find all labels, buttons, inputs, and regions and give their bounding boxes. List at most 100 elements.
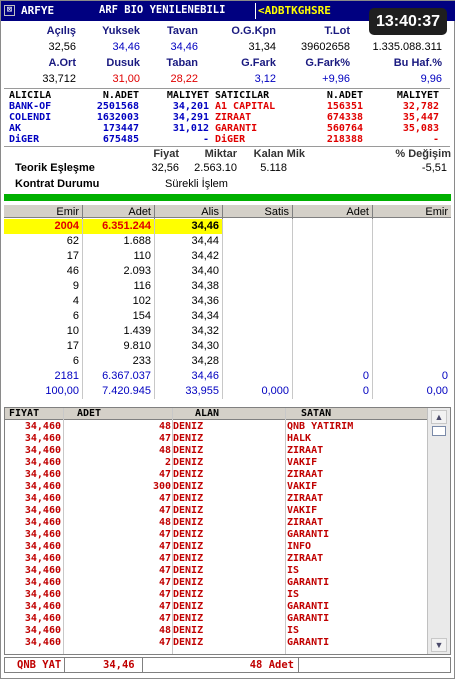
trade-row[interactable]: 34,460 47 DENIZ IS	[5, 566, 427, 576]
trade-row[interactable]: 34,460 48 DENIZ QNB YATIRIM	[5, 422, 427, 432]
trade-row[interactable]: 34,460 47 DENIZ GARANTI	[5, 530, 427, 540]
trade-seller: IS	[287, 589, 300, 600]
trade-qty: 47	[158, 577, 171, 588]
seller-lots: 218388	[326, 134, 363, 145]
trade-row[interactable]: 34,460 47 DENIZ GARANTI	[5, 638, 427, 648]
value-week-pct: 9,96	[420, 73, 442, 85]
broker-row[interactable]: COLENDI 1632003 34,291 ZIRAAT 674338 35,…	[9, 112, 449, 123]
broker-col-sellers: SATICILAR	[215, 90, 270, 101]
trade-row[interactable]: 34,460 48 DENIZ ZIRAAT	[5, 518, 427, 528]
status-price: 34,46	[65, 658, 143, 672]
window-menu-icon[interactable]: ⊠	[4, 5, 15, 16]
trade-row[interactable]: 34,460 47 DENIZ VAKIF	[5, 506, 427, 516]
depth-cell-ask-price: 0,000	[223, 384, 293, 399]
scroll-thumb[interactable]	[432, 426, 446, 436]
depth-col-sell-qty[interactable]: Adet	[293, 205, 373, 219]
trade-row[interactable]: 34,460 47 DENIZ HALK	[5, 434, 427, 444]
trade-row[interactable]: 34,460 47 DENIZ GARANTI	[5, 614, 427, 624]
depth-col-buy-qty[interactable]: Adet	[83, 205, 155, 219]
trade-row[interactable]: 34,460 47 DENIZ ZIRAAT	[5, 554, 427, 564]
trade-row[interactable]: 34,460 47 DENIZ GARANTI	[5, 578, 427, 588]
session-status-bar	[4, 194, 451, 201]
trade-qty: 47	[158, 469, 171, 480]
depth-row[interactable]: 2181 6.367.037 34,46 0 0	[4, 369, 451, 384]
trade-row[interactable]: 34,460 47 DENIZ ZIRAAT	[5, 470, 427, 480]
seller-cost: 32,782	[402, 101, 439, 112]
depth-cell-sell-orders	[373, 249, 451, 264]
depth-row[interactable]: 62 1.688 34,44	[4, 234, 451, 249]
theo-qty: 2.563.10	[194, 162, 237, 174]
broker-row[interactable]: DiGER 675485 - DiGER 218388 -	[9, 134, 449, 145]
theoretical-row: Teorik Eşleşme 32,56 2.563.10 5.118 -5,5…	[15, 161, 451, 175]
trades-panel[interactable]: FIYAT ADET ALAN SATAN 34,460 48 DENIZ QNB Y…	[4, 407, 451, 655]
trade-seller: IS	[287, 565, 300, 576]
depth-col-sell-orders[interactable]: Emir	[373, 205, 451, 219]
trade-row[interactable]: 34,460 300 DENIZ VAKIF	[5, 482, 427, 492]
depth-row[interactable]: 6 154 34,34	[4, 309, 451, 324]
trade-price: 34,460	[24, 517, 61, 528]
buyer-lots: 2501568	[96, 101, 139, 112]
depth-cell-buy-orders: 2004	[4, 219, 83, 234]
trade-row[interactable]: 34,460 47 DENIZ ZIRAAT	[5, 494, 427, 504]
trade-qty: 47	[158, 637, 171, 648]
trade-row[interactable]: 34,460 47 DENIZ INFO	[5, 542, 427, 552]
trade-row[interactable]: 34,460 2 DENIZ VAKIF	[5, 458, 427, 468]
label-avg: A.Ort	[48, 57, 77, 69]
depth-cell-buy-orders: 6	[4, 354, 83, 369]
seller-lots: 560764	[326, 123, 363, 134]
depth-row[interactable]: 46 2.093 34,40	[4, 264, 451, 279]
seller-name: GARANTI	[215, 123, 258, 134]
status-broker: QNB YAT	[5, 658, 65, 672]
depth-row[interactable]: 2004 6.351.244 34,46	[4, 219, 451, 234]
seller-name: A1 CAPITAL	[215, 101, 276, 112]
depth-row[interactable]: 10 1.439 34,32	[4, 324, 451, 339]
trade-qty: 47	[158, 541, 171, 552]
symbol-code: ARFYE	[21, 4, 55, 17]
scroll-up-icon[interactable]: ▲	[431, 410, 447, 424]
depth-cell-ask-price	[223, 234, 293, 249]
trade-price: 34,460	[24, 541, 61, 552]
trade-buyer: DENIZ	[173, 445, 204, 456]
trade-seller: ZIRAAT	[287, 517, 324, 528]
trades-scrollbar[interactable]: ▲ ▼	[427, 408, 450, 654]
seller-lots: 674338	[326, 112, 363, 123]
depth-col-bid[interactable]: Alis	[155, 205, 223, 219]
trade-qty: 300	[152, 481, 171, 492]
depth-col-ask[interactable]: Satis	[223, 205, 293, 219]
depth-row[interactable]: 17 9.810 34,30	[4, 339, 451, 354]
broker-row[interactable]: BANK-OF 2501568 34,201 A1 CAPITAL 156351…	[9, 101, 449, 112]
depth-cell-ask-price	[223, 249, 293, 264]
depth-row[interactable]: 17 110 34,42	[4, 249, 451, 264]
trade-row[interactable]: 34,460 47 DENIZ GARANTI	[5, 602, 427, 612]
trade-seller: INFO	[287, 541, 312, 552]
depth-cell-ask-price	[223, 309, 293, 324]
status-lots: 48 Adet	[143, 658, 299, 672]
depth-cell-buy-orders: 6	[4, 309, 83, 324]
depth-cell-buy-qty: 116	[83, 279, 155, 294]
depth-row[interactable]: 100,00 7.420.945 33,955 0,000 0 0,00	[4, 384, 451, 399]
trade-seller: VAKIF	[287, 505, 318, 516]
trade-seller: ZIRAAT	[287, 445, 324, 456]
depth-row[interactable]: 6 233 34,28	[4, 354, 451, 369]
label-change-pct: G.Fark%	[305, 57, 350, 69]
depth-cell-buy-qty: 7.420.945	[83, 384, 155, 399]
trade-price: 34,460	[24, 589, 61, 600]
depth-cell-bid-price: 34,38	[155, 279, 223, 294]
broker-row[interactable]: AK 173447 31,012 GARANTI 560764 35,083	[9, 123, 449, 134]
depth-row[interactable]: 9 116 34,38	[4, 279, 451, 294]
depth-cell-sell-orders	[373, 279, 451, 294]
seller-cost: 35,447	[402, 112, 439, 123]
depth-cell-bid-price: 34,32	[155, 324, 223, 339]
depth-cell-bid-price: 34,34	[155, 309, 223, 324]
buyer-lots: 1632003	[96, 112, 139, 123]
trade-buyer: DENIZ	[173, 493, 204, 504]
depth-cell-sell-qty	[293, 309, 373, 324]
scroll-down-icon[interactable]: ▼	[431, 638, 447, 652]
trade-row[interactable]: 34,460 47 DENIZ IS	[5, 590, 427, 600]
trade-row[interactable]: 34,460 48 DENIZ IS	[5, 626, 427, 636]
trades-header: FIYAT ADET ALAN SATAN	[5, 408, 427, 420]
trade-row[interactable]: 34,460 48 DENIZ ZIRAAT	[5, 446, 427, 456]
depth-row[interactable]: 4 102 34,36	[4, 294, 451, 309]
depth-cell-buy-orders: 4	[4, 294, 83, 309]
depth-col-buy-orders[interactable]: Emir	[4, 205, 83, 219]
